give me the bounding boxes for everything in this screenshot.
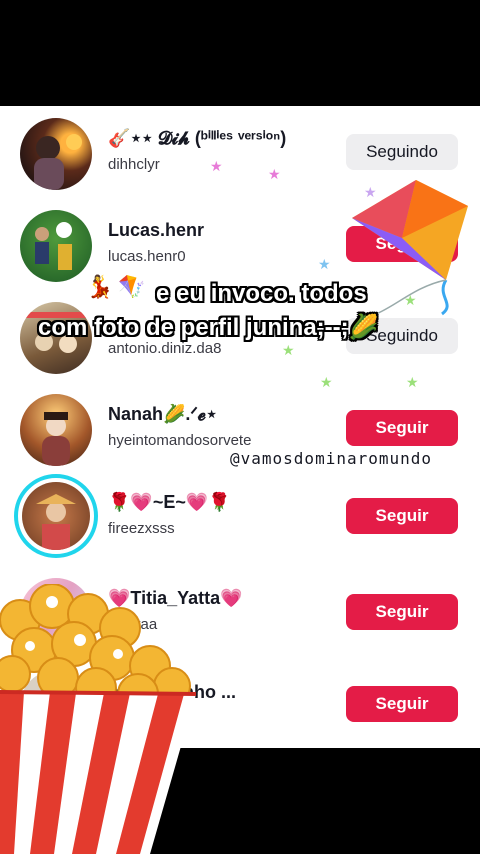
user-handle: hyeintomandosorvete xyxy=(108,432,252,449)
following-button[interactable]: Seguindo xyxy=(346,134,458,170)
avatar-photo xyxy=(42,412,70,466)
avatar-with-story-ring[interactable] xyxy=(14,474,98,558)
user-handle: dihhclyr xyxy=(108,156,160,173)
caption-line-1: e eu invoco. todos xyxy=(156,280,367,307)
avatar-photo xyxy=(36,494,76,550)
star-sticker-icon: ★ xyxy=(282,342,295,358)
popcorn-sticker-icon xyxy=(0,584,197,854)
username-display: 🎸⋆⋆ 𝓓𝓲𝓱 (ᵇⁱˡˡⁱᵉˢ ᵛᵉʳˢⁱᵒⁿ) xyxy=(108,128,287,148)
avatar[interactable] xyxy=(20,210,92,282)
caption-line-2: com foto de perfil junina;--;🌽 xyxy=(38,314,379,341)
star-sticker-icon: ★ xyxy=(320,374,333,390)
username-display: Lucas.henr xyxy=(108,220,205,240)
star-sticker-icon: ★ xyxy=(210,158,223,174)
kite-emoji-icon: 🪁 xyxy=(118,274,146,299)
star-sticker-icon: ★ xyxy=(268,166,281,182)
avatar-photo xyxy=(35,222,72,270)
username-display: 🌹💗~E~💗🌹 xyxy=(108,492,231,512)
avatar[interactable] xyxy=(20,394,92,466)
follow-button[interactable]: Seguir xyxy=(346,498,458,534)
avatar-photo xyxy=(34,134,82,190)
dancer-emoji-icon: 💃 xyxy=(86,274,114,299)
star-sticker-icon: ★ xyxy=(318,256,331,272)
avatar[interactable] xyxy=(20,118,92,190)
user-handle: fireezxsss xyxy=(108,520,175,537)
watermark-handle: @vamosdominaromundo xyxy=(230,449,433,468)
star-sticker-icon: ★ xyxy=(406,374,419,390)
user-handle: lucas.henr0 xyxy=(108,248,186,265)
username-display: Nanah🌽.ᐟ𝓮⋆ xyxy=(108,404,218,424)
user-handle: antonio.diniz.da8 xyxy=(108,340,222,357)
follow-button[interactable]: Seguir xyxy=(346,410,458,446)
list-item[interactable]: 🌹💗~E~💗🌹 fireezxsss Seguir xyxy=(0,474,480,566)
follow-button[interactable]: Seguir xyxy=(346,686,458,722)
follow-button[interactable]: Seguir xyxy=(346,594,458,630)
